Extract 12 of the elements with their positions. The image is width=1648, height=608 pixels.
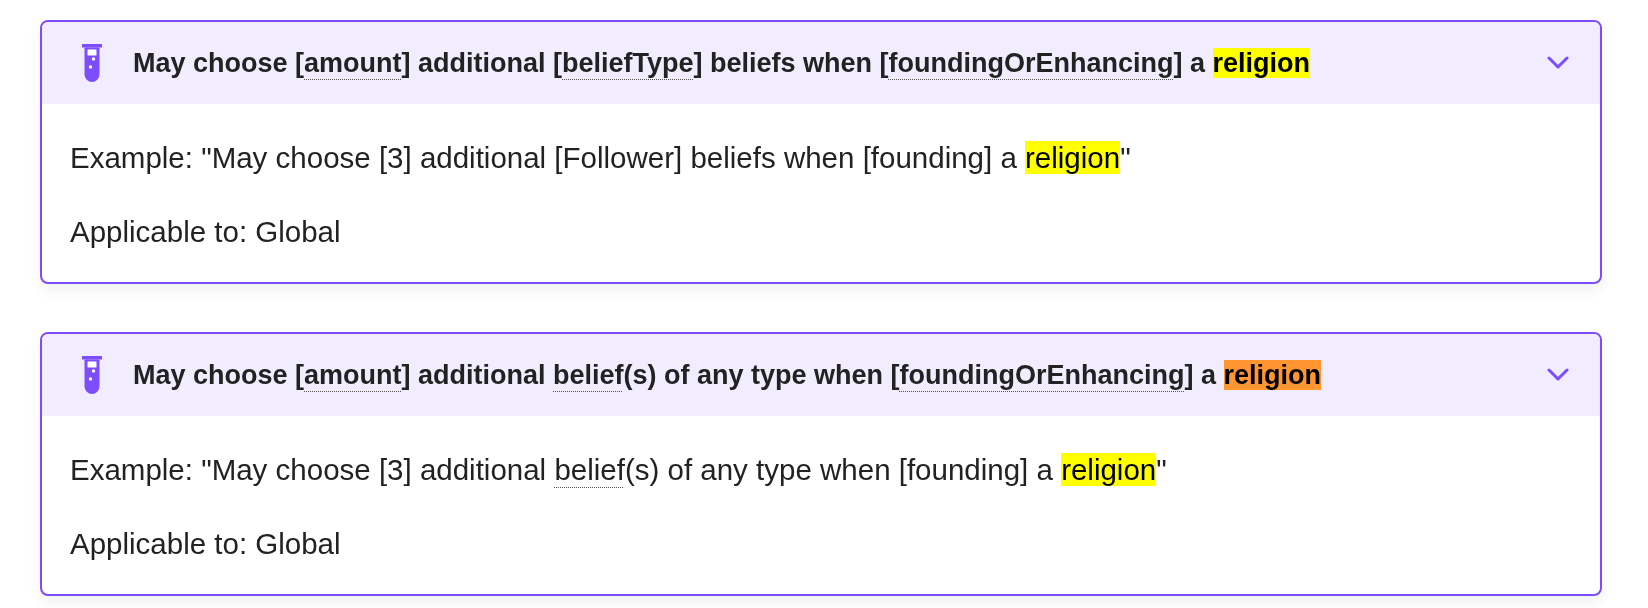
chevron-down-icon[interactable] xyxy=(1547,56,1569,70)
card-title: May choose [amount] additional belief(s) of any type when [foundingOrEnhancing] a religion xyxy=(133,359,1323,392)
example-text: Example: "May choose [3] additional belief(s) of any type when [founding] a religion" xyxy=(70,452,1168,488)
test-tube-icon xyxy=(82,44,102,82)
example-text: Example: "May choose [3] additional [Follower] beliefs when [founding] a religion" xyxy=(70,140,1132,176)
applicability-text: Applicable to: Global xyxy=(70,526,342,562)
test-tube-icon xyxy=(82,356,102,394)
card-title: May choose [amount] additional [beliefType] beliefs when [foundingOrEnhancing] a religion xyxy=(133,47,1312,80)
card-header[interactable]: May choose [amount] additional [beliefType] beliefs when [foundingOrEnhancing] a religion xyxy=(42,22,1600,104)
applicability-text: Applicable to: Global xyxy=(70,214,342,250)
chevron-down-icon[interactable] xyxy=(1547,368,1569,382)
card-header[interactable]: May choose [amount] additional belief(s) of any type when [foundingOrEnhancing] a religion xyxy=(42,334,1600,416)
